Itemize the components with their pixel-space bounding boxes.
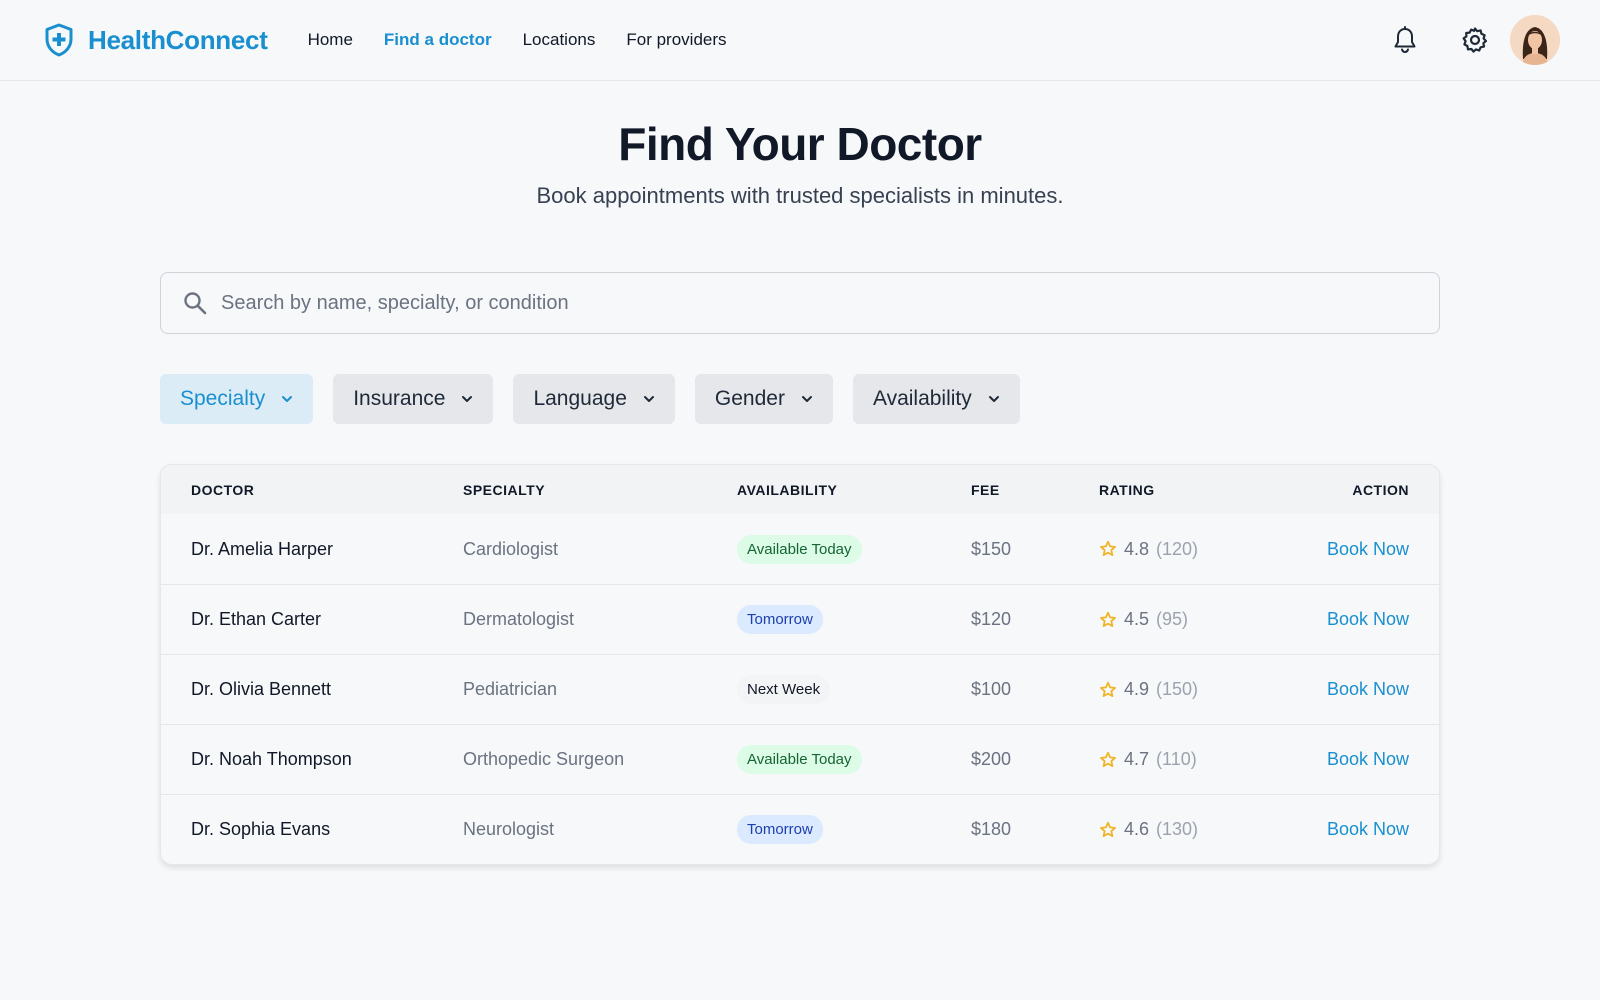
rating-value: 4.8 [1124,538,1150,559]
table-row: Dr. Olivia Bennett Pediatrician Next Wee… [161,654,1439,724]
doctor-fee: $120 [971,609,1012,629]
rating-value: 4.9 [1124,679,1150,699]
review-count: (130) [1156,819,1199,839]
rating-value: 4.7 [1124,749,1150,769]
header-actions [1370,15,1560,65]
doctor-rating: 4.7 (110) [1099,749,1261,770]
doctor-specialty: Dermatologist [463,609,575,629]
chevron-down-icon [801,395,813,403]
table-row: Dr. Amelia Harper Cardiologist Available… [161,514,1439,584]
doctor-specialty: Pediatrician [463,679,558,699]
table-row: Dr. Noah Thompson Orthopedic Surgeon Ava… [161,724,1439,794]
doctor-name: Dr. Olivia Bennett [191,679,332,699]
nav-locations[interactable]: Locations [523,30,596,50]
page-title: Find Your Doctor [618,118,982,170]
availability-badge: Tomorrow [737,605,823,634]
chevron-down-icon [461,395,473,403]
bell-icon[interactable] [1370,15,1440,65]
star-icon [1099,540,1117,558]
col-action: ACTION [1352,481,1409,498]
main-nav: Home Find a doctor Locations For provide… [308,30,727,50]
doctor-fee: $100 [971,679,1012,699]
top-navbar: HealthConnect Home Find a doctor Locatio… [0,0,1600,81]
doctor-specialty: Orthopedic Surgeon [463,749,625,769]
filter-label: Language [533,387,627,410]
doctor-rating: 4.9 (150) [1099,679,1261,700]
table-row: Dr. Sophia Evans Neurologist Tomorrow $1… [161,794,1439,864]
doctor-rating: 4.5 (95) [1099,609,1261,630]
table-header: DOCTOR SPECIALTY AVAILABILITY FEE RATING… [161,465,1439,514]
doctor-name: Dr. Sophia Evans [191,819,331,839]
doctor-rating: 4.6 (130) [1099,819,1261,840]
search-bar[interactable] [160,272,1440,334]
nav-home[interactable]: Home [308,30,353,50]
star-icon [1099,821,1117,839]
book-now-button[interactable]: Book Now [1261,819,1409,840]
filter-label: Availability [872,387,972,410]
book-now-button[interactable]: Book Now [1261,609,1409,630]
star-icon [1099,611,1117,629]
col-rating: RATING [1099,481,1155,498]
search-icon [183,291,207,315]
doctor-fee: $180 [971,819,1012,839]
nav-for-providers[interactable]: For providers [626,30,726,50]
page-subtitle: Book appointments with trusted specialis… [536,183,1064,208]
main-content: Specialty Insurance Language Gender Avai… [160,272,1440,865]
review-count: (110) [1156,749,1197,769]
availability-badge: Available Today [737,745,862,774]
filter-label: Insurance [353,387,446,410]
availability-badge: Next Week [737,675,831,704]
col-specialty: SPECIALTY [463,481,546,498]
availability-badge: Tomorrow [737,815,823,844]
col-availability: AVAILABILITY [737,481,838,498]
brand[interactable]: HealthConnect [44,23,268,57]
filter-label: Specialty [180,387,266,410]
filter-language[interactable]: Language [513,374,675,424]
star-icon [1099,681,1117,699]
table-row: Dr. Ethan Carter Dermatologist Tomorrow … [161,584,1439,654]
doctor-fee: $200 [971,749,1012,769]
review-count: (120) [1156,538,1199,559]
rating-value: 4.6 [1124,819,1150,839]
gear-icon[interactable] [1440,15,1510,65]
doctor-name: Dr. Noah Thompson [191,749,352,769]
doctor-name: Dr. Amelia Harper [191,538,334,559]
doctors-table: DOCTOR SPECIALTY AVAILABILITY FEE RATING… [160,464,1440,865]
doctor-specialty: Cardiologist [463,538,559,559]
shield-plus-icon [44,23,74,57]
review-count: (150) [1156,679,1199,699]
hero: Find Your Doctor Book appointments with … [0,81,1600,209]
col-doctor: DOCTOR [191,481,255,498]
doctor-name: Dr. Ethan Carter [191,609,322,629]
chevron-down-icon [281,395,293,403]
filter-bar: Specialty Insurance Language Gender Avai… [160,374,1440,424]
col-fee: FEE [971,481,1000,498]
rating-value: 4.5 [1124,609,1150,629]
filter-insurance[interactable]: Insurance [333,374,494,424]
availability-badge: Available Today [737,534,862,564]
chevron-down-icon [988,395,1000,403]
book-now-button[interactable]: Book Now [1261,749,1409,770]
filter-availability[interactable]: Availability [852,374,1020,424]
doctor-fee: $150 [971,538,1012,559]
user-avatar[interactable] [1510,15,1560,65]
nav-find-a-doctor[interactable]: Find a doctor [384,30,492,50]
doctor-rating: 4.8 (120) [1099,539,1261,560]
filter-gender[interactable]: Gender [694,374,833,424]
brand-name: HealthConnect [88,24,268,55]
book-now-button[interactable]: Book Now [1261,539,1409,560]
review-count: (95) [1156,609,1189,629]
doctor-specialty: Neurologist [463,819,555,839]
filter-specialty[interactable]: Specialty [160,374,314,424]
book-now-button[interactable]: Book Now [1261,679,1409,700]
chevron-down-icon [643,395,655,403]
star-icon [1099,751,1117,769]
filter-label: Gender [714,387,785,410]
search-input[interactable] [221,273,1439,333]
